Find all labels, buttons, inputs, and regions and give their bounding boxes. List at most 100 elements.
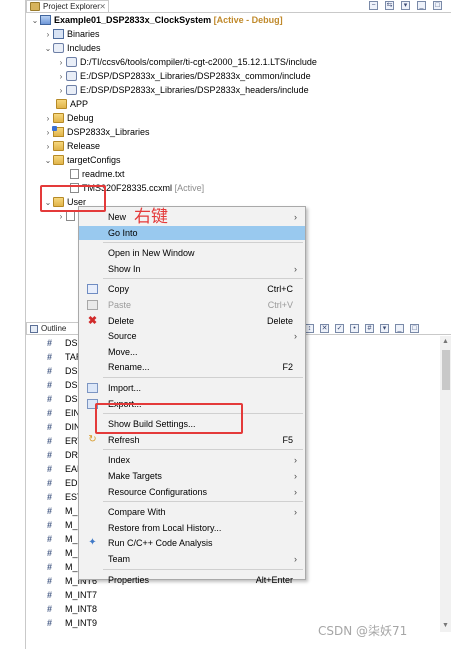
tree-item-binaries[interactable]: › Binaries [43,27,100,41]
hide-static-icon[interactable]: ✓ [335,323,344,333]
menu-item-open-in-new-window[interactable]: Open in New Window [79,246,305,260]
view-menu-icon[interactable]: ▾ [380,323,389,333]
menu-item-shortcut: Alt+Enter [255,574,293,585]
outline-item[interactable]: # M_INT9 [47,616,97,630]
view-menu-icon[interactable]: ▾ [401,1,410,10]
tree-item-label: E:/DSP/DSP2833x_Libraries/DSP2833x_heade… [80,85,309,95]
menu-item-shortcut: F2 [282,362,293,373]
tree-item-debug[interactable]: › Debug [43,111,94,125]
macro-icon: # [47,618,53,628]
link-editor-icon[interactable]: ⇆ [385,1,394,10]
menu-item-source[interactable]: Source › [79,329,305,343]
tree-item-libraries[interactable]: › DSP2833x_Libraries [43,125,150,139]
menu-separator [103,278,303,280]
menu-item-team[interactable]: Team › [79,552,305,566]
menu-item-refresh[interactable]: ↻ Refresh F5 [79,433,305,447]
outline-item[interactable]: # M_INT7 [47,588,97,602]
macro-icon: # [47,548,53,558]
sort-icon[interactable]: ↕ [305,323,314,333]
tree-item-project[interactable]: ⌄ Example01_DSP2833x_ClockSystem [Active … [30,13,283,27]
menu-item-move[interactable]: Move... [79,345,305,359]
macro-icon: # [47,576,53,586]
menu-item-compare-with[interactable]: Compare With › [79,505,305,519]
menu-separator [103,449,303,451]
menu-item-restore-from-local-history[interactable]: Restore from Local History... [79,521,305,535]
annotation-box-user [40,185,106,212]
macro-icon: # [47,534,53,544]
macro-icon: # [47,394,53,404]
menu-item-run-c-c-code-analysis[interactable]: ✦ Run C/C++ Code Analysis [79,536,305,550]
outline-item[interactable]: # M_INT8 [47,602,97,616]
chevron-right-icon[interactable]: › [43,28,53,42]
tree-item-label: DSP2833x_Libraries [67,127,150,137]
tree-item-app[interactable]: APP [56,97,88,111]
menu-item-shortcut: F5 [282,434,293,445]
watermark: CSDN @柒妖71 [318,624,408,638]
menu-item-label: Move... [108,346,138,357]
folder-icon [53,155,64,165]
menu-item-paste[interactable]: Paste Ctrl+V [79,298,305,312]
menu-separator [103,242,303,244]
menu-item-show-in[interactable]: Show In › [79,262,305,276]
menu-item-copy[interactable]: Copy Ctrl+C [79,282,305,296]
outline-title: Outline [41,324,67,333]
minimize-icon[interactable]: _ [395,323,404,333]
macro-icon: # [47,492,53,502]
menu-item-import[interactable]: Import... [79,381,305,395]
menu-item-label: Go Into [108,227,138,238]
include-path-icon [66,57,77,67]
tree-item-targetconfigs[interactable]: ⌄ targetConfigs [43,153,121,167]
chevron-right-icon: › [294,554,297,564]
chevron-right-icon[interactable]: › [56,56,66,70]
tree-item-label: Includes [67,43,101,53]
hide-nonpublic-icon[interactable]: • [350,323,359,333]
chevron-down-icon[interactable]: ⌄ [43,154,53,168]
menu-item-go-into[interactable]: Go Into [79,225,305,240]
scroll-down-icon[interactable]: ▼ [440,620,451,632]
chevron-right-icon[interactable]: › [56,84,66,98]
menu-item-make-targets[interactable]: Make Targets › [79,469,305,483]
outline-item-label: M_INT8 [65,604,98,614]
tree-item-include-path[interactable]: › D:/TI/ccsv6/tools/compiler/ti-cgt-c2000… [56,55,317,69]
maximize-icon[interactable]: □ [410,323,419,333]
tree-item-label: Release [67,141,101,151]
project-explorer-tab[interactable]: Project Explorer ⨯ [26,0,109,12]
chevron-right-icon[interactable]: › [43,140,53,154]
file-icon [66,211,75,221]
close-icon[interactable]: ⨯ [99,1,106,12]
chevron-right-icon: › [294,455,297,466]
outline-item-label: M_INT9 [65,618,98,628]
menu-item-resource-configurations[interactable]: Resource Configurations › [79,485,305,499]
folder-icon [53,141,64,151]
chevron-down-icon[interactable]: ⌄ [43,42,53,56]
menu-item-label: Show In [108,263,141,274]
minimize-icon[interactable]: _ [417,1,426,10]
menu-item-delete[interactable]: ✖ Delete Delete [79,314,305,328]
chevron-right-icon[interactable]: › [43,112,53,126]
tree-item-includes[interactable]: ⌄ Includes [43,41,101,55]
chevron-right-icon[interactable]: › [56,70,66,84]
tree-item-readme[interactable]: readme.txt [70,167,125,181]
collapse-all-icon[interactable]: − [369,1,378,10]
chevron-right-icon[interactable]: › [56,210,66,224]
tree-item-include-path[interactable]: › E:/DSP/DSP2833x_Libraries/DSP2833x_head… [56,83,309,97]
scroll-thumb[interactable] [442,350,450,390]
chevron-right-icon: › [294,486,297,497]
menu-item-rename[interactable]: Rename... F2 [79,360,305,374]
menu-item-label: Open in New Window [108,248,195,259]
menu-item-new[interactable]: New › [79,210,305,224]
hide-fields-icon[interactable]: ✕ [320,323,329,333]
tree-item-include-path[interactable]: › E:/DSP/DSP2833x_Libraries/DSP2833x_comm… [56,69,311,83]
chevron-down-icon[interactable]: ⌄ [30,14,40,28]
tree-item-label: Binaries [67,29,100,39]
scroll-up-icon[interactable]: ▲ [440,336,451,348]
tree-item-release[interactable]: › Release [43,139,100,153]
group-icon[interactable]: # [365,323,374,333]
maximize-icon[interactable]: □ [433,1,442,10]
menu-item-properties[interactable]: Properties Alt+Enter [79,573,305,587]
folder-icon [53,113,64,123]
outline-scrollbar[interactable]: ▲ ▼ [440,336,451,632]
menu-separator [103,568,303,570]
folder-icon [56,99,67,109]
menu-item-index[interactable]: Index › [79,453,305,467]
